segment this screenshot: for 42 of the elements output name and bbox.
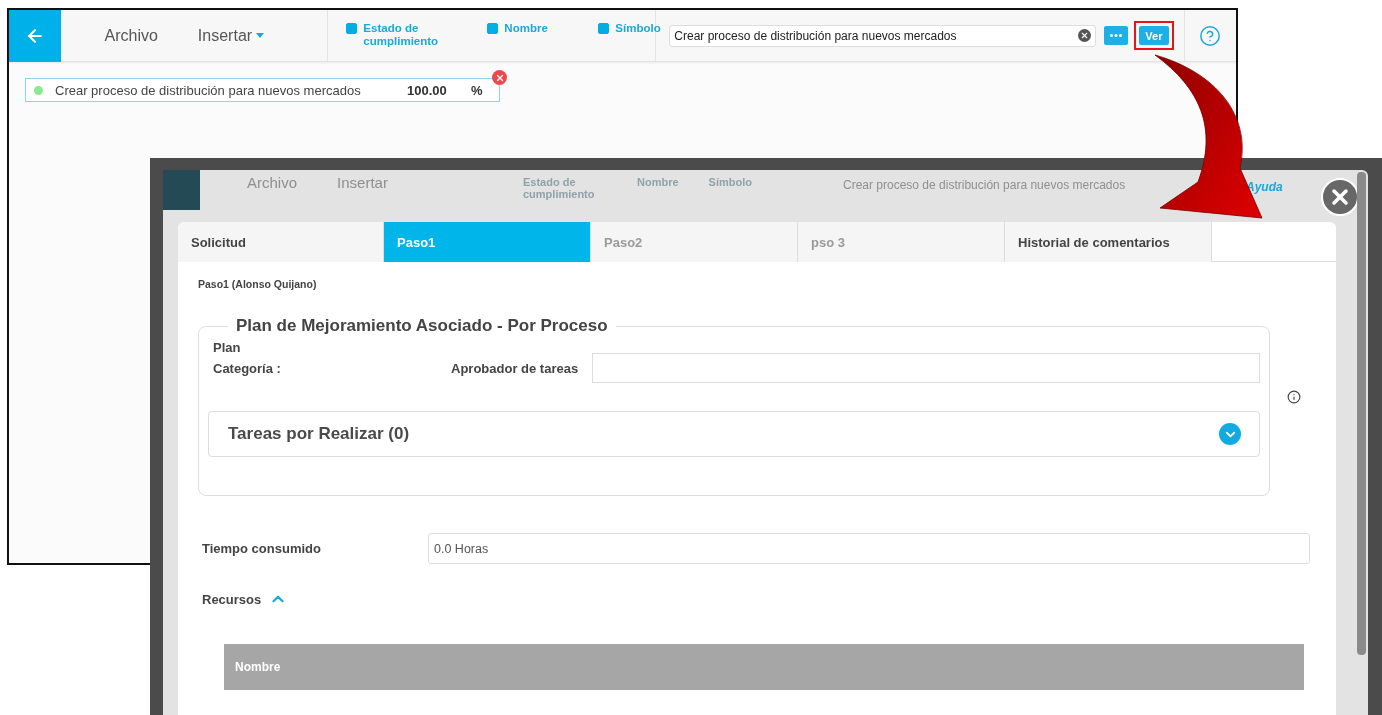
tasks-accordion[interactable]: Tareas por Realizar (0) [208,411,1260,457]
chip-unit: % [471,82,483,98]
search-field[interactable]: Crear proceso de distribución para nuevos mercados [669,24,1097,47]
field-label: Nombre [504,22,549,35]
caret-icon [256,33,265,38]
close-button[interactable] [1321,178,1359,216]
ellipsis-icon [1110,34,1123,37]
resources-label: Recursos [202,591,262,607]
field-label: Estado de cumplimiento [363,22,440,48]
faded-field-label: Nombre [637,176,679,190]
scrollbar[interactable] [1357,172,1366,655]
step-title: Paso1 (Alonso Quijano) [198,278,318,290]
plan-label: Plan [212,340,242,355]
accordion-title: Tareas por Realizar (0) [228,424,410,444]
clear-icon[interactable] [1078,29,1092,42]
faded-field-label: Estado de cumplimiento [523,176,596,200]
field-label: Símbolo [615,22,662,35]
time-field[interactable]: 0.0 Horas [428,533,1310,564]
chip-label: Crear proceso de distribución para nuevos mercados [55,82,362,98]
checkbox[interactable] [598,23,610,34]
tab[interactable]: Historial de comentarios [1005,222,1212,262]
checkbox[interactable] [346,23,358,34]
category-label: Categoría : [212,360,282,376]
approver-field[interactable] [592,353,1260,383]
approver-label: Aprobador de tareas [451,360,579,376]
column-header: Nombre [234,660,281,674]
info-icon[interactable] [1287,390,1301,404]
chip-value: 100.00 [407,82,448,98]
back-button[interactable] [9,10,61,62]
checkbox[interactable] [487,23,499,34]
tab[interactable]: Solicitud [178,222,384,262]
chevron-down-icon[interactable] [1219,423,1241,445]
menu-item[interactable]: Insertar [197,26,265,45]
section-title: Plan de Mejoramiento Asociado - Por Proceso [235,316,609,336]
menu-item[interactable]: Archivo [104,26,158,45]
time-label: Tiempo consumido [201,541,322,556]
status-dot [34,85,43,95]
faded-search-text: Crear proceso de distribución para nuevos mercados [843,177,1127,192]
more-button[interactable] [1104,26,1129,45]
close-icon[interactable] [492,70,507,85]
faded-field-label: Símbolo [708,176,752,190]
help-icon[interactable] [1199,24,1222,47]
